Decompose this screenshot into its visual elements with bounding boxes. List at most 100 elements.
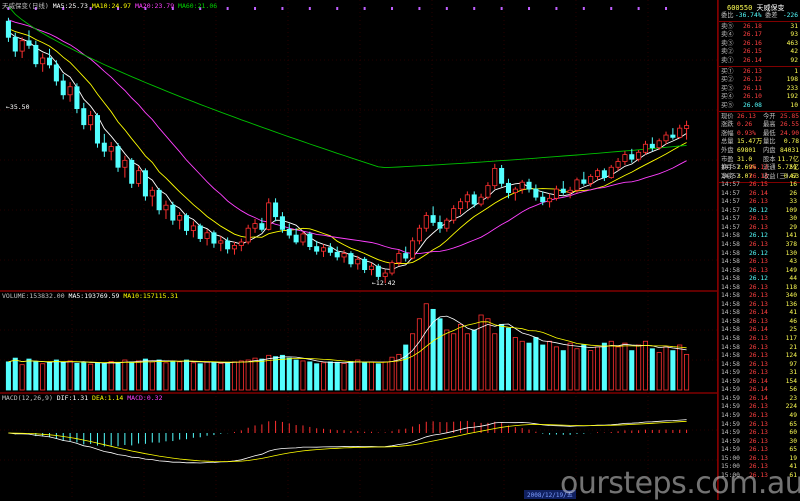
candle-body bbox=[19, 40, 25, 52]
tick-time: 14:59 bbox=[721, 403, 740, 411]
volume-bar bbox=[437, 318, 443, 391]
candle-body bbox=[512, 188, 518, 193]
candle-body bbox=[492, 167, 498, 187]
macd-legend: MACD(12,26,9) DIF:1.31 DEA:1.14 MACD:0.3… bbox=[2, 394, 163, 402]
buy-row: 买③ 26.11 233 bbox=[719, 85, 800, 93]
candle-body bbox=[656, 140, 662, 149]
volume-bar bbox=[615, 346, 621, 391]
candle-body bbox=[53, 64, 59, 82]
tick-price: 26.13 bbox=[749, 335, 768, 342]
stat-label: 外盘 bbox=[721, 147, 734, 154]
tick-volume: 124 bbox=[785, 352, 797, 360]
stat-value: 69801 bbox=[737, 147, 756, 154]
tick-price: 26.13 bbox=[749, 258, 768, 266]
kline-chart-area[interactable]: 天威保变(日线) MA5:25.73 MA10:24.97 MA20:23.79… bbox=[0, 0, 718, 500]
volume-bar bbox=[40, 363, 46, 391]
volume-bar bbox=[170, 360, 176, 391]
tick-row: 14:57 26.13 47 bbox=[719, 173, 800, 181]
volume-bar bbox=[300, 360, 306, 391]
candle-body bbox=[615, 161, 621, 168]
macd-dea-legend: DEA:1.14 bbox=[92, 394, 124, 402]
tick-row: 14:58 26.12 130 bbox=[719, 250, 800, 258]
candle-body bbox=[505, 182, 511, 193]
stat-value: 15.47万 bbox=[737, 138, 763, 146]
volume-bar bbox=[636, 344, 642, 391]
tick-row: 14:58 26.13 378 bbox=[719, 241, 800, 249]
tick-price: 26.14 bbox=[749, 309, 768, 317]
tick-row: 14:58 26.12 141 bbox=[719, 232, 800, 240]
tick-price: 26.14 bbox=[749, 386, 768, 394]
candle-body bbox=[499, 167, 505, 184]
candle-body bbox=[136, 170, 142, 184]
volume-bar bbox=[410, 333, 416, 391]
ma10-line bbox=[8, 28, 687, 265]
volume-bar bbox=[499, 323, 505, 391]
volume-bar bbox=[348, 361, 354, 391]
tick-volume: 30 bbox=[789, 215, 797, 223]
volume-bar bbox=[327, 361, 333, 391]
tick-time: 14:57 bbox=[721, 164, 740, 171]
candle-body bbox=[396, 253, 402, 264]
tick-time: 14:58 bbox=[721, 258, 740, 266]
low-price-mark: ←12.42 bbox=[372, 279, 396, 287]
volume-bar bbox=[403, 344, 409, 391]
stat-label: 总量 bbox=[721, 138, 734, 146]
sell-label: 卖④ bbox=[721, 31, 734, 39]
tick-time: 14:58 bbox=[721, 275, 740, 283]
tick-price: 26.13 bbox=[749, 352, 768, 360]
volume-bar bbox=[471, 329, 477, 391]
volume-bar bbox=[670, 350, 676, 391]
candle-body bbox=[12, 36, 18, 52]
candle-body bbox=[588, 176, 594, 184]
tick-volume: 16 bbox=[789, 181, 797, 189]
candle-body bbox=[81, 108, 87, 126]
candle-body bbox=[94, 115, 100, 144]
tick-price: 26.13 bbox=[749, 215, 768, 223]
candle-body bbox=[471, 194, 477, 205]
tick-time: 14:57 bbox=[721, 198, 740, 206]
tick-price: 26.13 bbox=[749, 454, 768, 462]
tick-row: 14:59 26.13 31 bbox=[719, 369, 800, 377]
volume-bar bbox=[416, 318, 422, 391]
sell-label: 卖② bbox=[721, 48, 734, 56]
tick-time: 14:59 bbox=[721, 411, 740, 419]
tick-volume: 340 bbox=[785, 292, 797, 300]
volume-bar bbox=[184, 359, 190, 391]
event-marker bbox=[226, 7, 229, 10]
volume-bar bbox=[115, 362, 121, 391]
candle-body bbox=[368, 265, 374, 270]
candle-body bbox=[47, 57, 53, 66]
tick-price: 26.12 bbox=[749, 249, 768, 257]
volume-bar bbox=[238, 360, 244, 391]
tick-volume: 43 bbox=[789, 258, 797, 266]
tick-time: 14:57 bbox=[721, 189, 740, 197]
volume-bar bbox=[334, 361, 340, 391]
candle-body bbox=[259, 223, 265, 230]
volume-bar bbox=[458, 323, 464, 391]
tick-row: 14:57 26.13 51 bbox=[719, 164, 800, 172]
sell-price: 26.15 bbox=[743, 48, 762, 56]
candle-body bbox=[663, 134, 669, 142]
volume-bar bbox=[423, 303, 429, 391]
buy-row: 买① 26.13 1 bbox=[719, 68, 800, 76]
candle-body bbox=[225, 240, 231, 250]
kline-chart-canvas[interactable] bbox=[0, 0, 718, 500]
volume-bar bbox=[67, 360, 73, 391]
buy-price: 26.08 bbox=[743, 102, 762, 109]
tick-time: 14:58 bbox=[721, 352, 740, 360]
tick-price: 26.14 bbox=[749, 189, 768, 197]
event-marker bbox=[582, 7, 585, 10]
volume-bar bbox=[156, 359, 162, 391]
event-marker bbox=[555, 7, 558, 10]
sell-row: 卖④ 26.17 93 bbox=[719, 31, 800, 39]
tick-row: 14:58 26.14 25 bbox=[719, 326, 800, 334]
candle-body bbox=[327, 247, 333, 253]
volume-bar bbox=[375, 363, 381, 391]
ma60-line bbox=[8, 6, 687, 169]
candle-body bbox=[362, 258, 368, 271]
candle-body bbox=[642, 143, 648, 153]
volume-bar bbox=[547, 340, 553, 391]
tick-time: 14:58 bbox=[721, 300, 740, 308]
candle-body bbox=[649, 143, 655, 149]
volume-bar bbox=[197, 363, 203, 391]
